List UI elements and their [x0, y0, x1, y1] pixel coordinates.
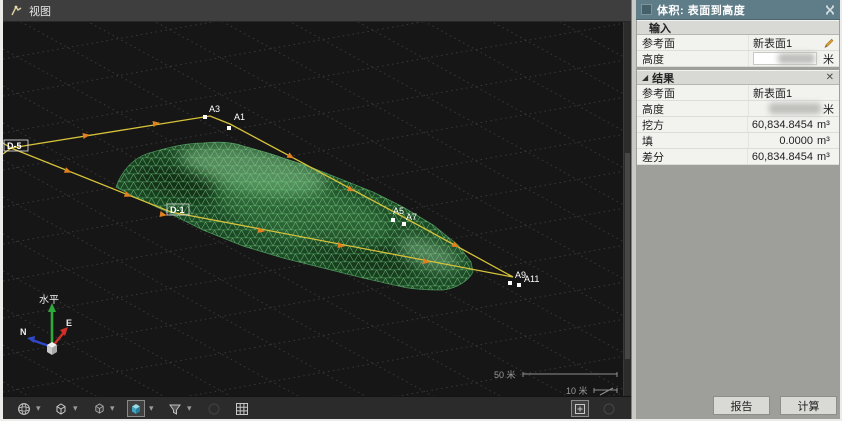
disabled-tool-icon: [602, 402, 616, 416]
result-section-label: 结果: [652, 70, 674, 86]
input-section-header[interactable]: 输入: [637, 20, 839, 35]
grid-view-button[interactable]: [233, 400, 251, 417]
dropdown-caret-icon[interactable]: ▾: [36, 402, 41, 415]
unit-label: m³: [817, 151, 835, 163]
panel-header: 体积: 表面到高度: [636, 0, 840, 20]
wireframe-cube-icon: [54, 402, 68, 416]
scene-overlay: A3 A1 A5 A7 A9 A11 D-5 D-1: [3, 22, 631, 396]
filter-button[interactable]: [166, 400, 184, 417]
scale-bar-label: 10 米: [566, 385, 588, 396]
result-elevation-row: 高度 米: [637, 101, 839, 117]
point-label: A7: [406, 212, 417, 222]
scale-bar-label: 50 米: [494, 369, 516, 380]
disabled-tool-button: [205, 400, 223, 417]
report-button[interactable]: 报告: [713, 396, 770, 415]
scrollbar-thumb[interactable]: [625, 153, 630, 359]
disabled-tool-button: [600, 400, 618, 417]
zoom-extents-button[interactable]: [571, 400, 589, 417]
shaded-cube-icon: [129, 402, 143, 416]
result-reference-surface-row: 参考面 新表面1: [637, 85, 839, 101]
row-label: 参考面: [637, 85, 749, 100]
elevation-input[interactable]: [753, 52, 817, 65]
viewport-toolbar: ▾ ▾ ▾ ▾: [3, 396, 631, 419]
axis-east-label: E: [66, 318, 72, 328]
fill-volume-value: 0.0000: [779, 135, 813, 147]
window-edge: [0, 0, 3, 421]
point-marker[interactable]: [227, 126, 231, 130]
cut-volume-row: 挖方 60,834.8454 m³: [637, 117, 839, 133]
dropdown-caret-icon[interactable]: ▾: [110, 402, 115, 415]
panel-body: 输入 参考面 新表面1 高度 米: [637, 20, 839, 165]
viewport-3d: 视图: [3, 0, 631, 419]
hidden-line-view-button[interactable]: [90, 400, 108, 417]
hidden-line-cube-icon: [93, 402, 106, 415]
station-label: D-1: [170, 205, 185, 215]
dropdown-caret-icon[interactable]: ▾: [149, 402, 154, 415]
reference-surface-value: 新表面1: [753, 35, 792, 51]
shaded-view-button[interactable]: [127, 400, 145, 417]
calculate-button[interactable]: 计算: [780, 396, 837, 415]
panel-icon: [641, 4, 652, 15]
panel-buttons: 报告 计算: [713, 396, 837, 415]
unit-label: m³: [817, 135, 835, 147]
reference-surface-row: 参考面 新表面1: [637, 35, 839, 51]
disabled-tool-icon: [207, 402, 221, 416]
point-marker[interactable]: [203, 115, 207, 119]
point-marker[interactable]: [517, 283, 521, 287]
panel-title: 体积: 表面到高度: [657, 2, 820, 18]
unit-label: m³: [817, 119, 835, 131]
axis-up-label: 水平: [39, 294, 59, 306]
point-label: A1: [234, 112, 245, 122]
point-label: A5: [393, 206, 404, 216]
view-tabbar: 视图: [3, 0, 631, 22]
row-label: 高度: [637, 51, 749, 66]
pin-close-icon[interactable]: [825, 5, 835, 15]
collapse-triangle-icon[interactable]: ◢: [642, 74, 648, 82]
row-label: 挖方: [637, 117, 748, 132]
redacted-value-blur: [778, 53, 815, 64]
zoom-extents-icon: [574, 403, 586, 415]
view-tab-icon: [10, 4, 23, 17]
axis-north-label: N: [20, 327, 27, 337]
unit-label: 米: [823, 51, 835, 67]
wireframe-view-button[interactable]: [52, 400, 70, 417]
point-marker[interactable]: [402, 222, 406, 226]
redacted-value-blur: [769, 103, 821, 114]
unit-label: 米: [823, 101, 835, 117]
dropdown-caret-icon[interactable]: ▾: [187, 402, 192, 415]
input-section-label: 输入: [649, 20, 671, 36]
point-marker[interactable]: [391, 218, 395, 222]
elevation-input-row: 高度 米: [637, 51, 839, 67]
clear-results-icon[interactable]: ✕: [826, 73, 834, 83]
point-label: A3: [209, 104, 220, 114]
edit-pencil-icon[interactable]: [823, 37, 835, 49]
dropdown-caret-icon[interactable]: ▾: [73, 402, 78, 415]
station-label: D-5: [7, 141, 22, 151]
app-window: 视图: [0, 0, 842, 421]
cut-volume-value: 60,834.8454: [752, 119, 813, 131]
result-reference-surface-value: 新表面1: [753, 85, 792, 101]
scene-canvas[interactable]: A3 A1 A5 A7 A9 A11 D-5 D-1: [3, 22, 631, 396]
result-section-header[interactable]: ◢ 结果 ✕: [637, 70, 839, 85]
viewport-scrollbar[interactable]: [623, 22, 631, 396]
row-label: 差分: [637, 149, 748, 164]
row-label: 填: [637, 133, 749, 148]
point-label: A11: [524, 274, 539, 284]
globe-icon: [17, 402, 31, 416]
tab-view[interactable]: 视图: [29, 3, 51, 19]
difference-volume-value: 60,834.8454: [752, 151, 813, 163]
point-marker[interactable]: [508, 281, 512, 285]
grid-view-icon: [235, 402, 249, 416]
row-label: 参考面: [637, 35, 749, 50]
filter-icon: [168, 402, 182, 416]
volume-panel: 体积: 表面到高度 输入 参考面 新表面1: [636, 0, 840, 419]
difference-volume-row: 差分 60,834.8454 m³: [637, 149, 839, 165]
fill-volume-row: 填 0.0000 m³: [637, 133, 839, 149]
row-label: 高度: [637, 101, 749, 116]
globe-view-button[interactable]: [15, 400, 33, 417]
axis-indicator: 水平 N E: [20, 294, 72, 355]
